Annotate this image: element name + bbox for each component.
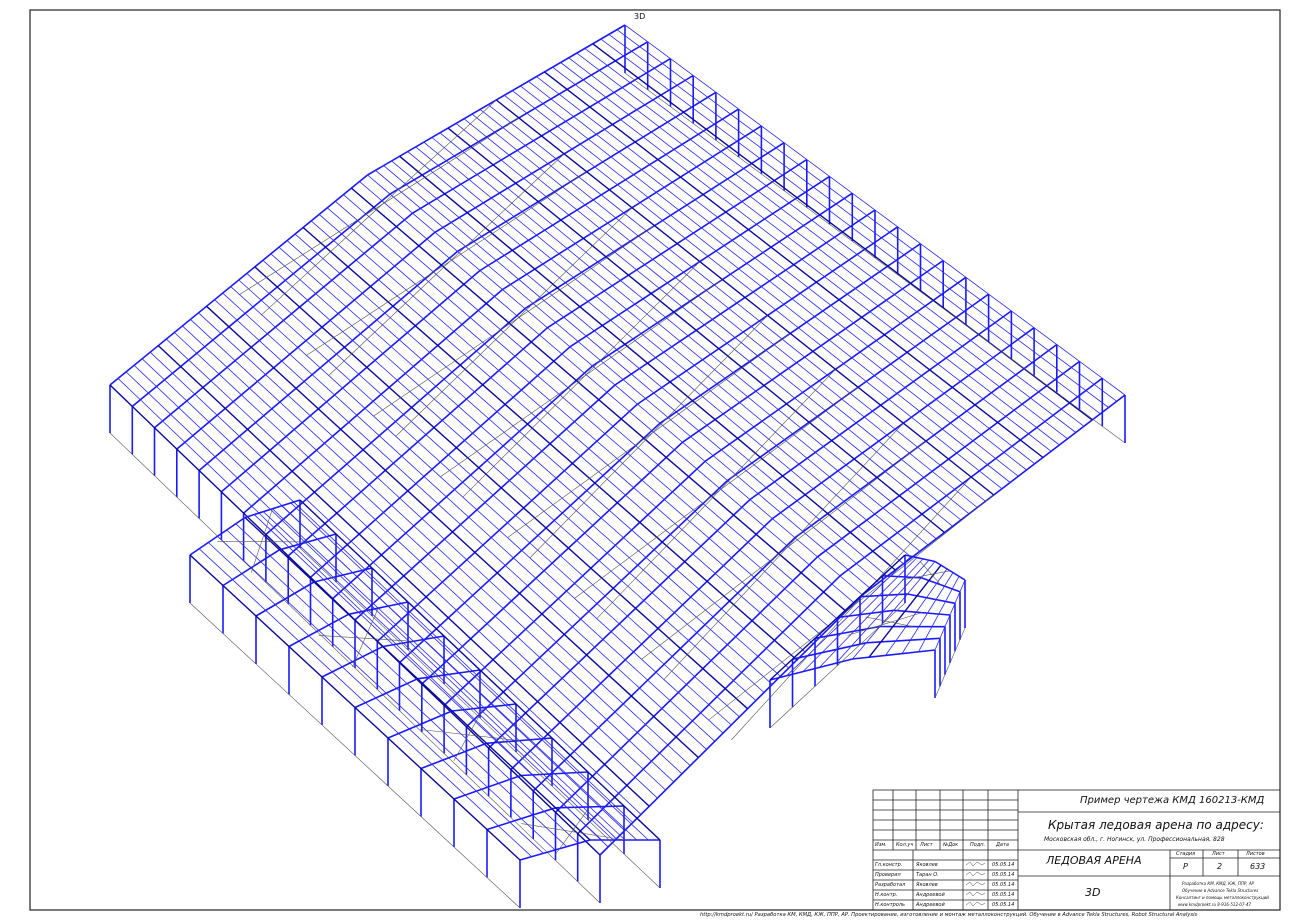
- role-4: Н.контр.: [875, 892, 898, 898]
- col-kol: Кол.уч: [896, 842, 914, 848]
- view-name: 3D: [1085, 886, 1101, 899]
- role-1: Гл.констр.: [875, 862, 903, 868]
- company-line-1: Разработка КМ, КМД, КЖ, ППР, АР: [1182, 881, 1254, 886]
- role-2-date: 05.05.14: [992, 872, 1015, 878]
- role-3: Разработал: [875, 882, 906, 888]
- role-2-name: Таран О.: [916, 872, 939, 878]
- sheet-value: 2: [1217, 862, 1223, 871]
- stage-value: Р: [1183, 862, 1188, 871]
- col-doc: №Док: [943, 842, 959, 848]
- col-izm: Изм.: [875, 842, 887, 848]
- stage-label: Стадия: [1176, 851, 1196, 857]
- sheet-frame: [29, 9, 1281, 911]
- role-3-date: 05.05.14: [992, 882, 1015, 888]
- view-label: 3D: [634, 12, 646, 21]
- sheet-label: Лист: [1212, 851, 1225, 857]
- signatures: [965, 861, 986, 907]
- role-4-name: Андреевой: [916, 892, 945, 898]
- role-3-name: Яковлев: [916, 882, 938, 888]
- footer-note: http://kmdproekt.ru/ Разработка КМ, КМД,…: [700, 912, 1198, 918]
- sheets-label: Листов: [1246, 851, 1265, 857]
- role-5-name: Андреевой: [916, 902, 945, 908]
- project-title: Крытая ледовая арена по адресу:: [1048, 818, 1264, 832]
- role-4-date: 05.05.14: [992, 892, 1015, 898]
- col-list: Лист: [920, 842, 933, 848]
- sheet-title: ЛЕДОВАЯ АРЕНА: [1046, 854, 1142, 867]
- doc-code: Пример чертежа КМД 160213-КМД: [1080, 795, 1265, 806]
- company-line-3: Консалтинг и помощь металлоконструкций: [1176, 895, 1269, 900]
- company-line-4: www.kmdproekt.ru 8-916-512-07-47: [1178, 902, 1252, 907]
- role-1-date: 05.05.14: [992, 862, 1015, 868]
- drawing-sheet: [29, 9, 1281, 911]
- company-line-2: Обучение в Advance Tekla Structures: [1182, 888, 1259, 893]
- role-5: Н.контроль: [875, 902, 905, 908]
- project-address: Московская обл., г. Ногинск, ул. Професс…: [1044, 836, 1225, 843]
- col-podp: Подп.: [970, 842, 986, 848]
- sheets-value: 633: [1250, 862, 1266, 871]
- role-2: Проверил: [875, 872, 901, 878]
- role-1-name: Яковлев: [916, 862, 938, 868]
- col-data: Дата: [996, 842, 1009, 848]
- role-5-date: 05.05.14: [992, 902, 1015, 908]
- steel-frame-3d-model: [109, 24, 1126, 909]
